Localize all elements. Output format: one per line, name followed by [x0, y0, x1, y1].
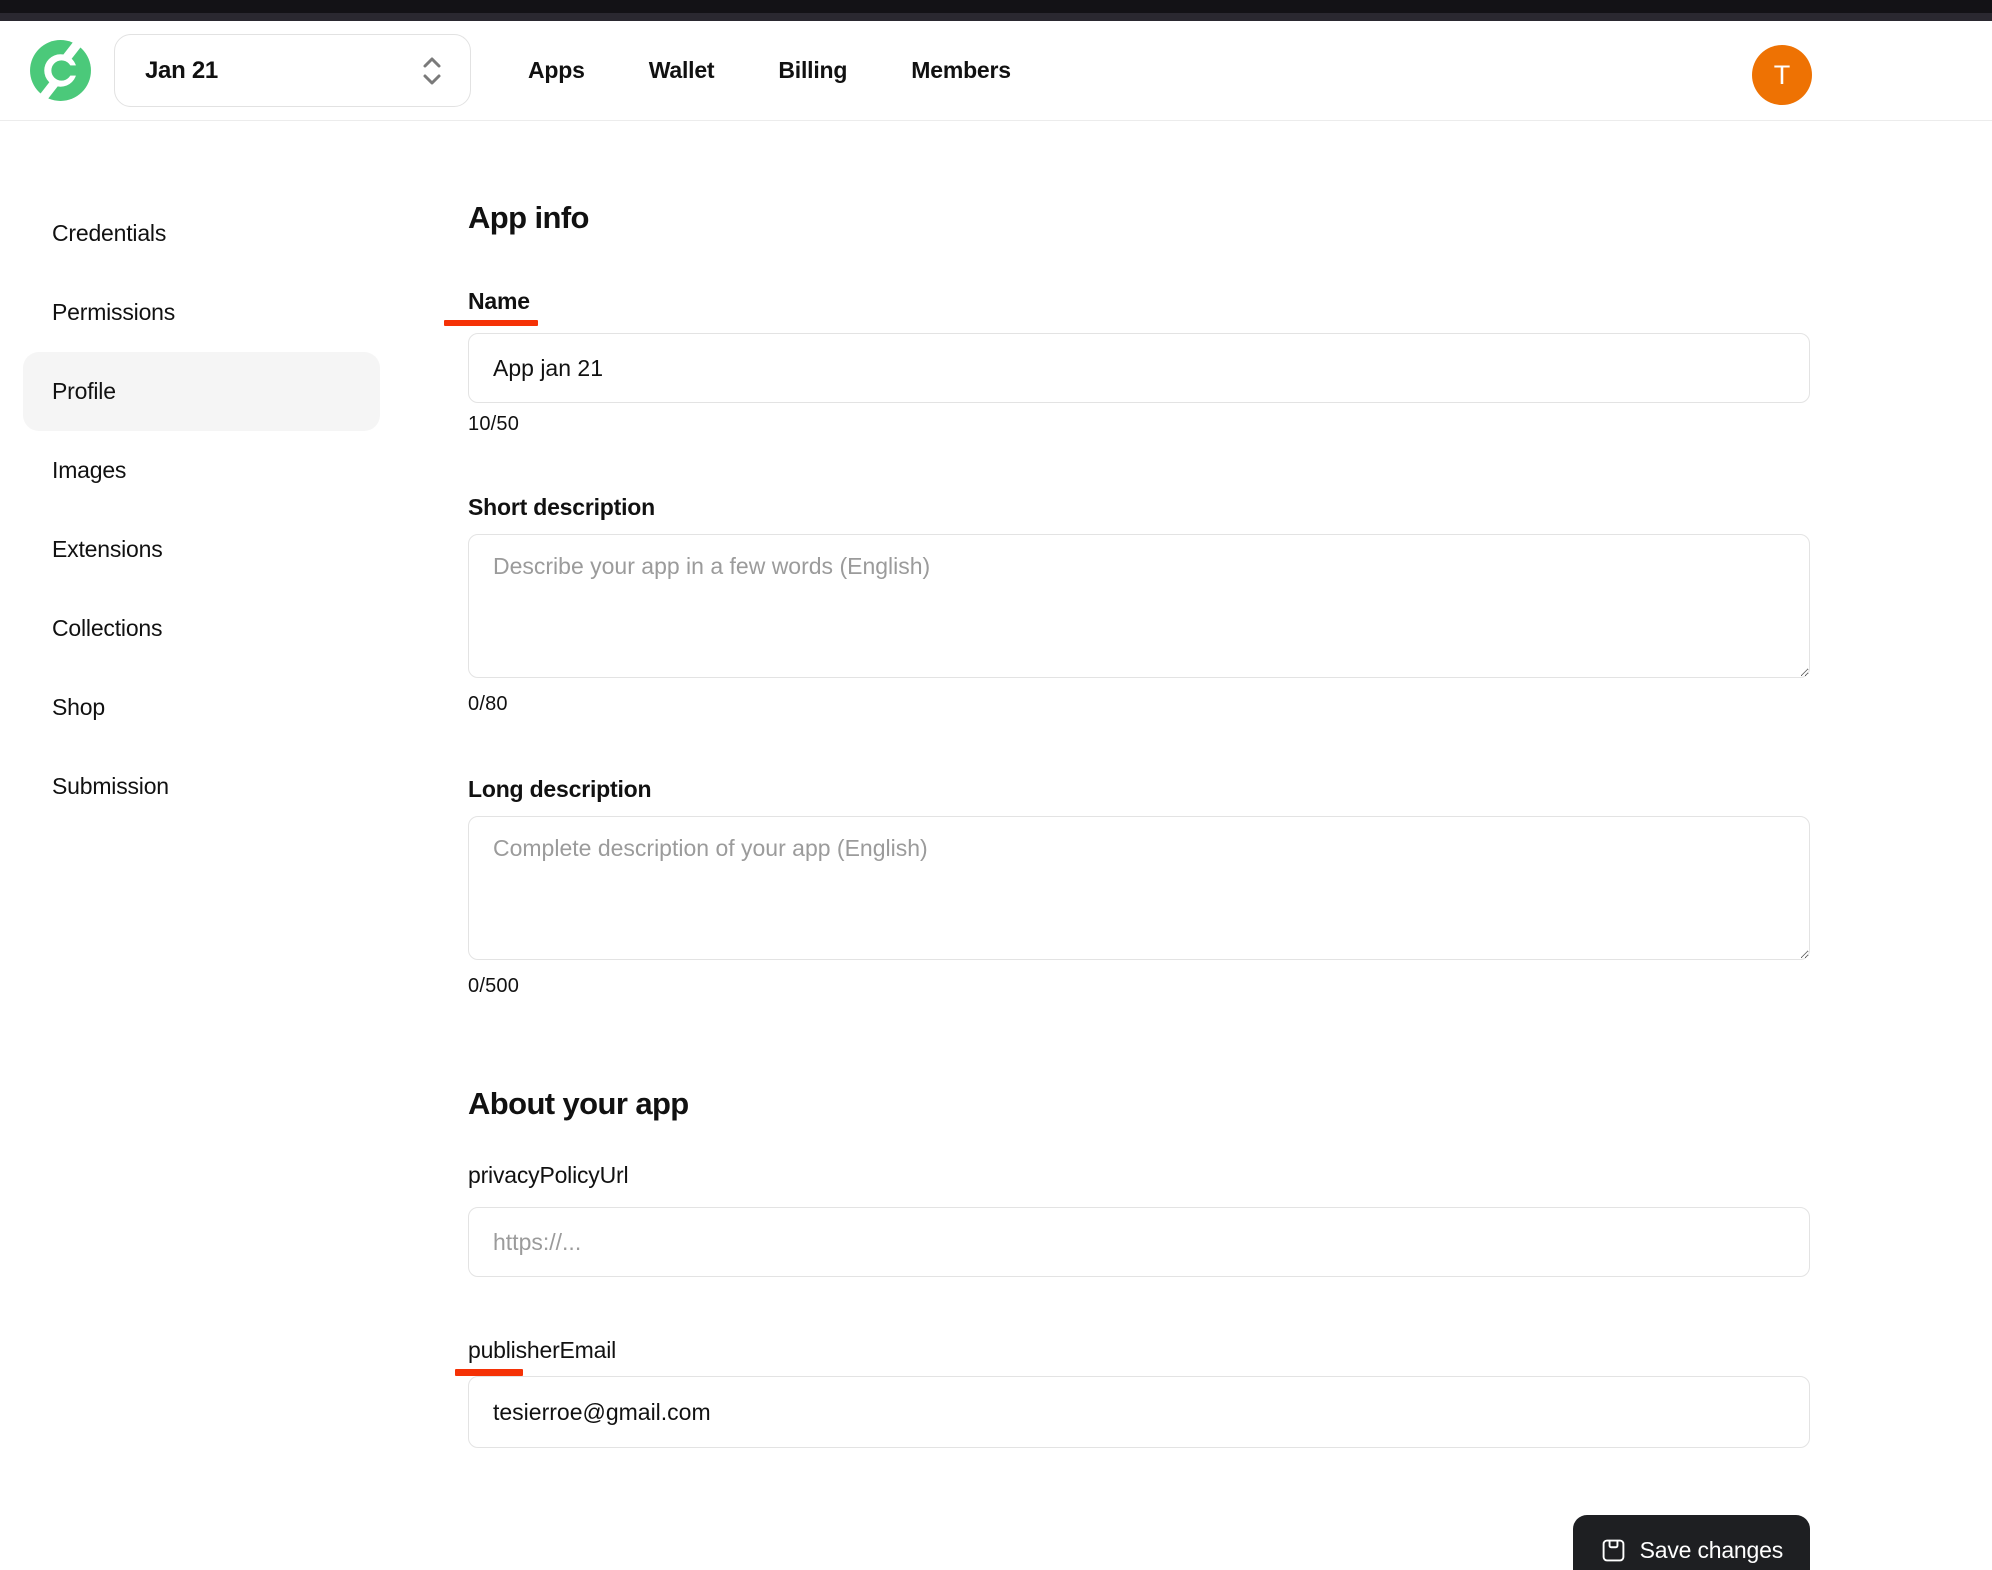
sidebar-item-collections[interactable]: Collections [0, 589, 400, 668]
top-navigation: Apps Wallet Billing Members [528, 57, 1011, 84]
app-selector-dropdown[interactable]: Jan 21 [114, 34, 471, 107]
long-description-textarea[interactable] [468, 816, 1810, 960]
app-header: Jan 21 Apps Wallet Billing Members T [0, 21, 1992, 121]
section-title-app-info: App info [468, 200, 1810, 236]
publisher-email-red-underline [455, 1369, 523, 1376]
name-counter: 10/50 [468, 413, 1810, 436]
field-privacy-policy-url: privacyPolicyUrl [468, 1162, 1810, 1277]
field-publisher-email: publisherEmail [468, 1337, 1810, 1448]
avatar-initial: T [1774, 60, 1791, 91]
sidebar-item-shop[interactable]: Shop [0, 668, 400, 747]
save-changes-label: Save changes [1640, 1537, 1783, 1564]
publisher-email-input[interactable] [468, 1376, 1810, 1448]
chevron-up-down-icon [420, 54, 444, 88]
nav-item-billing[interactable]: Billing [778, 57, 847, 84]
short-description-counter: 0/80 [468, 693, 1810, 716]
sidebar-item-credentials[interactable]: Credentials [0, 194, 400, 273]
short-description-label: Short description [468, 494, 1810, 521]
field-short-description: Short description 0/80 [468, 494, 1810, 716]
name-input[interactable] [468, 333, 1810, 403]
sidebar-item-images[interactable]: Images [0, 431, 400, 510]
nav-item-apps[interactable]: Apps [528, 57, 585, 84]
user-avatar[interactable]: T [1752, 45, 1812, 105]
sidebar-item-permissions[interactable]: Permissions [0, 273, 400, 352]
app-selector-label: Jan 21 [145, 57, 218, 85]
brand-logo-icon [28, 38, 93, 103]
page-body: Credentials Permissions Profile Images E… [0, 121, 1992, 1570]
window-top-bar [0, 0, 1992, 13]
name-label: Name [468, 288, 538, 315]
sidebar: Credentials Permissions Profile Images E… [0, 121, 400, 1570]
name-red-underline [444, 320, 538, 326]
long-description-label: Long description [468, 776, 1810, 803]
main-content: App info Name 10/50 Short description 0/… [468, 121, 1810, 1570]
nav-item-wallet[interactable]: Wallet [649, 57, 715, 84]
sidebar-item-profile[interactable]: Profile [23, 352, 380, 431]
field-long-description: Long description 0/500 [468, 776, 1810, 998]
long-description-counter: 0/500 [468, 975, 1810, 998]
short-description-textarea[interactable] [468, 534, 1810, 678]
window-top-bar-inner [0, 13, 1992, 21]
save-floppy-icon [1600, 1537, 1627, 1564]
sidebar-item-extensions[interactable]: Extensions [0, 510, 400, 589]
sidebar-item-submission[interactable]: Submission [0, 747, 400, 826]
section-title-about: About your app [468, 1086, 1810, 1122]
privacy-policy-url-label: privacyPolicyUrl [468, 1162, 1810, 1189]
nav-item-members[interactable]: Members [911, 57, 1011, 84]
save-changes-button[interactable]: Save changes [1573, 1515, 1810, 1570]
privacy-policy-url-input[interactable] [468, 1207, 1810, 1277]
field-name: Name 10/50 [468, 288, 1810, 436]
save-row: Save changes [468, 1515, 1810, 1570]
publisher-email-label: publisherEmail [468, 1337, 616, 1364]
